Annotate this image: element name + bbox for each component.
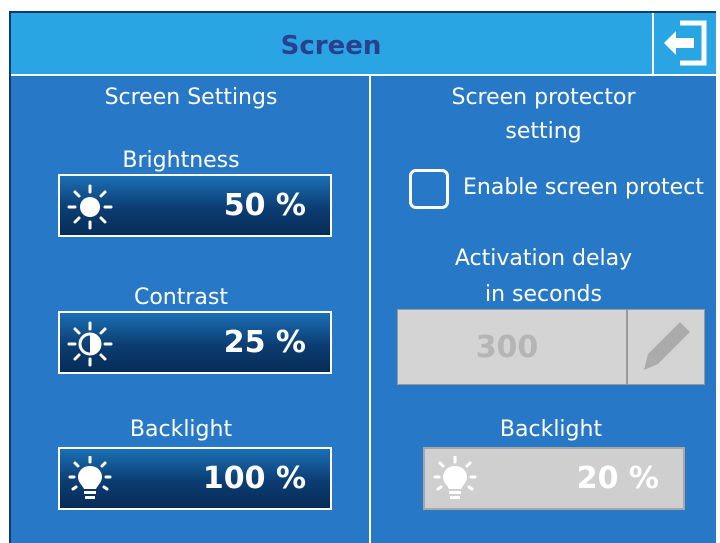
- backlight-label: Backlight: [129, 417, 233, 442]
- page-title: Screen: [280, 31, 382, 61]
- activation-delay-input[interactable]: 300: [397, 309, 627, 385]
- screen-settings-window: Screen Screen Settings Brightness 50 % C…: [9, 11, 716, 543]
- protector-backlight-control[interactable]: 20 %: [423, 447, 685, 510]
- screen-settings-heading: Screen Settings: [104, 85, 278, 110]
- protector-backlight-value: 20 %: [576, 461, 659, 496]
- screen-protector-heading-line2: setting: [505, 119, 582, 144]
- screen-protector-heading-line1: Screen protector: [451, 85, 636, 110]
- activation-delay-label-line2: in seconds: [485, 282, 602, 307]
- bulb-icon: [433, 456, 477, 499]
- brightness-label: Brightness: [122, 148, 240, 173]
- contrast-value: 25 %: [223, 325, 306, 360]
- brightness-control[interactable]: 50 %: [58, 174, 332, 237]
- pencil-icon: [644, 322, 690, 370]
- enable-screen-protect-checkbox[interactable]: [409, 169, 449, 209]
- contrast-control[interactable]: 25 %: [58, 311, 332, 374]
- exit-button[interactable]: [652, 13, 716, 74]
- backlight-value: 100 %: [202, 461, 306, 496]
- enable-screen-protect-label[interactable]: Enable screen protect: [463, 175, 704, 200]
- bulb-icon: [68, 456, 112, 499]
- exit-icon: [664, 20, 707, 66]
- contrast-icon: [67, 321, 113, 367]
- activation-delay-label-line1: Activation delay: [454, 246, 633, 271]
- sun-icon: [67, 184, 113, 230]
- protector-backlight-label: Backlight: [499, 417, 603, 442]
- title-bar: Screen: [11, 13, 716, 76]
- brightness-value: 50 %: [223, 188, 306, 223]
- column-divider: [369, 76, 371, 543]
- edit-delay-button[interactable]: [627, 309, 705, 385]
- backlight-control[interactable]: 100 %: [58, 447, 332, 510]
- contrast-label: Contrast: [133, 285, 228, 310]
